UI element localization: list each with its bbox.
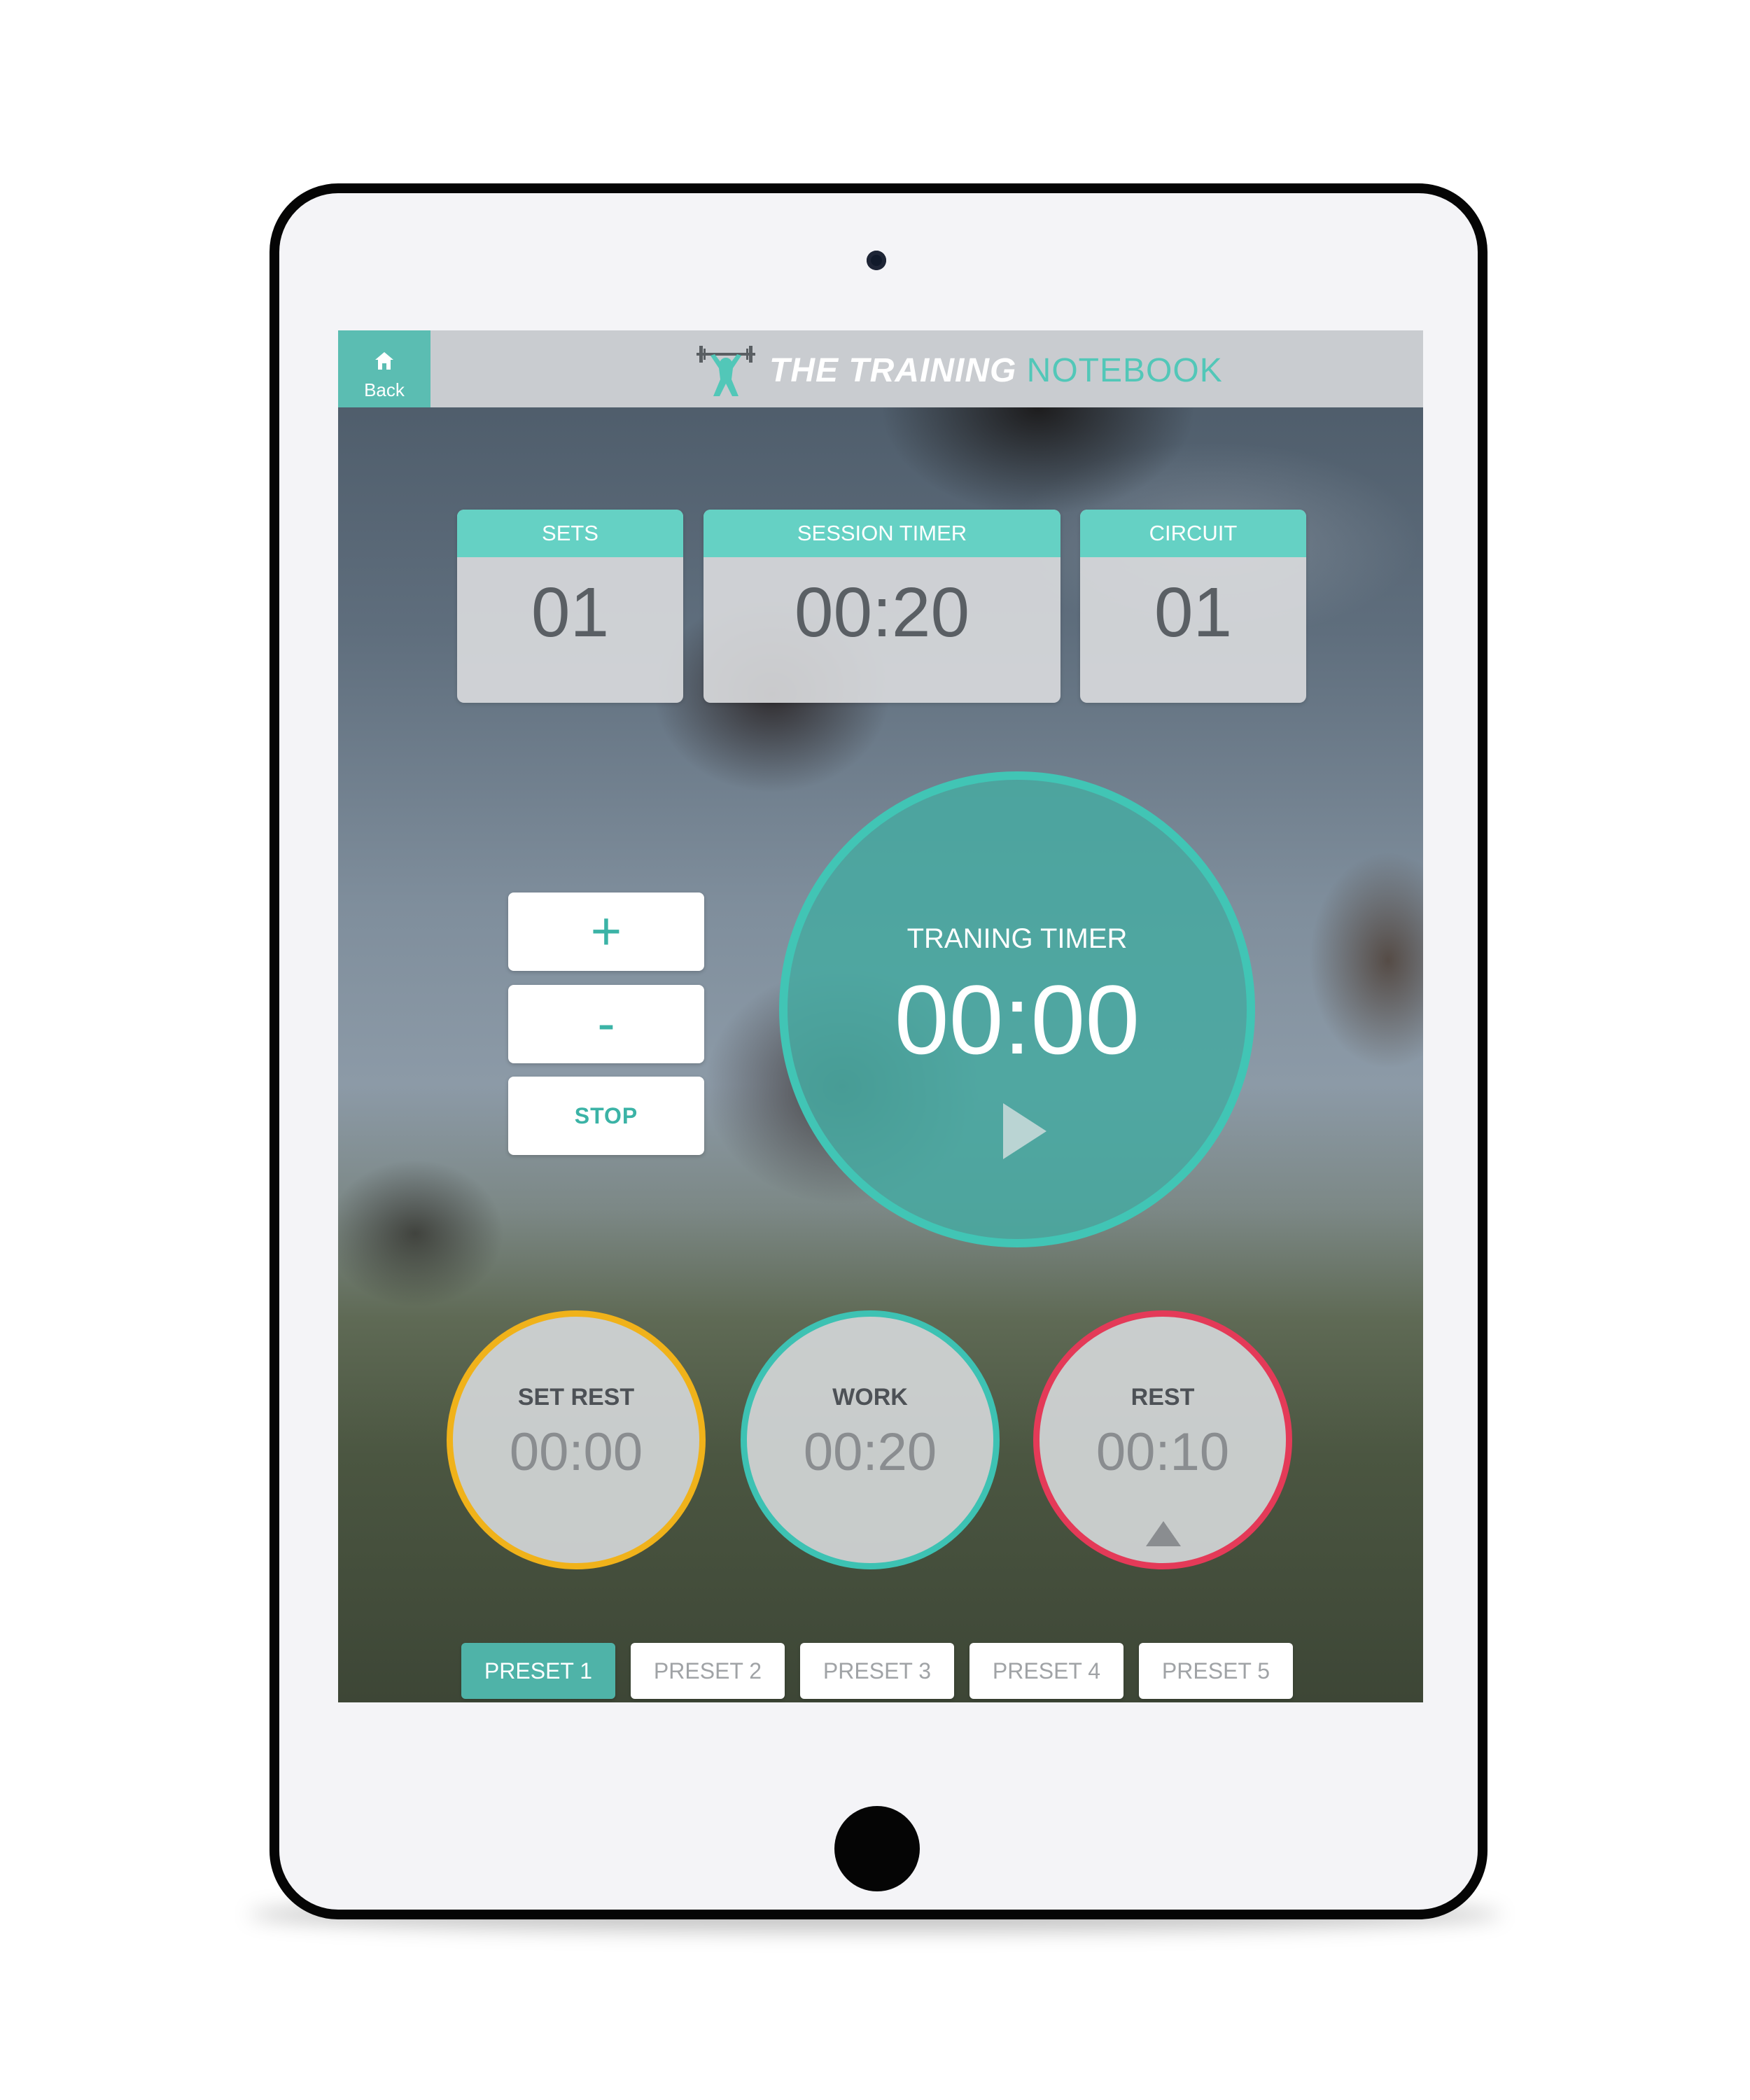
decrement-button[interactable]: - (508, 985, 704, 1063)
session-timer-value: 00:20 (794, 573, 970, 652)
circuit-label: CIRCUIT (1080, 510, 1306, 557)
increment-button[interactable]: + (508, 892, 704, 971)
sets-card: SETS 01 (457, 510, 683, 703)
work-value: 00:20 (803, 1422, 937, 1482)
triangle-up-icon[interactable] (1144, 1520, 1182, 1548)
home-icon (375, 352, 393, 370)
session-timer-label: SESSION TIMER (704, 510, 1060, 557)
preset-3-button[interactable]: PRESET 3 (800, 1643, 954, 1699)
preset-1-button[interactable]: PRESET 1 (461, 1643, 615, 1699)
rest-timer[interactable]: REST 00:10 (1033, 1310, 1292, 1569)
preset-2-button[interactable]: PRESET 2 (631, 1643, 785, 1699)
training-timer[interactable]: TRANING TIMER 00:00 (779, 771, 1255, 1247)
back-button[interactable]: Back (338, 330, 430, 407)
brand-title: THE TRAINING NOTEBOOK (769, 351, 1223, 390)
brand-title-strong: THE TRAINING (769, 352, 1017, 389)
rest-value: 00:10 (1096, 1422, 1230, 1482)
back-label: Back (364, 379, 405, 400)
circuit-card: CIRCUIT 01 (1080, 510, 1306, 703)
preset-2-label: PRESET 2 (653, 1658, 762, 1684)
minus-label: - (597, 994, 615, 1054)
training-timer-title: TRANING TIMER (906, 923, 1128, 954)
preset-5-button[interactable]: PRESET 5 (1139, 1643, 1293, 1699)
preset-3-label: PRESET 3 (822, 1658, 932, 1684)
weightlifter-logo-icon (696, 346, 755, 396)
brand-title-light: NOTEBOOK (1026, 352, 1223, 389)
set-rest-timer[interactable]: SET REST 00:00 (447, 1310, 706, 1569)
preset-5-label: PRESET 5 (1161, 1658, 1270, 1684)
work-timer[interactable]: WORK 00:20 (741, 1310, 1000, 1569)
rest-title: REST (1130, 1384, 1195, 1410)
circuit-value: 01 (1154, 573, 1233, 652)
play-icon[interactable] (1002, 1102, 1048, 1161)
sets-label: SETS (457, 510, 683, 557)
sets-value: 01 (531, 573, 610, 652)
training-timer-value: 00:00 (894, 965, 1140, 1074)
preset-1-label: PRESET 1 (484, 1658, 593, 1684)
preset-4-label: PRESET 4 (992, 1658, 1101, 1684)
stop-button[interactable]: STOP (508, 1077, 704, 1155)
work-title: WORK (832, 1384, 908, 1410)
session-timer-card: SESSION TIMER 00:20 (704, 510, 1060, 703)
preset-4-button[interactable]: PRESET 4 (969, 1643, 1124, 1699)
set-rest-value: 00:00 (509, 1422, 643, 1482)
app-header: Back THE TRAINING NOTEBOOK (338, 330, 1423, 407)
set-rest-title: SET REST (517, 1384, 635, 1410)
stop-label: STOP (574, 1103, 638, 1128)
front-camera (867, 251, 886, 270)
plus-label: + (590, 902, 622, 961)
app-screen: Back THE TRAINING NOTEBOOK SETS 01 SESSI… (338, 330, 1423, 1702)
home-button[interactable] (834, 1806, 920, 1891)
